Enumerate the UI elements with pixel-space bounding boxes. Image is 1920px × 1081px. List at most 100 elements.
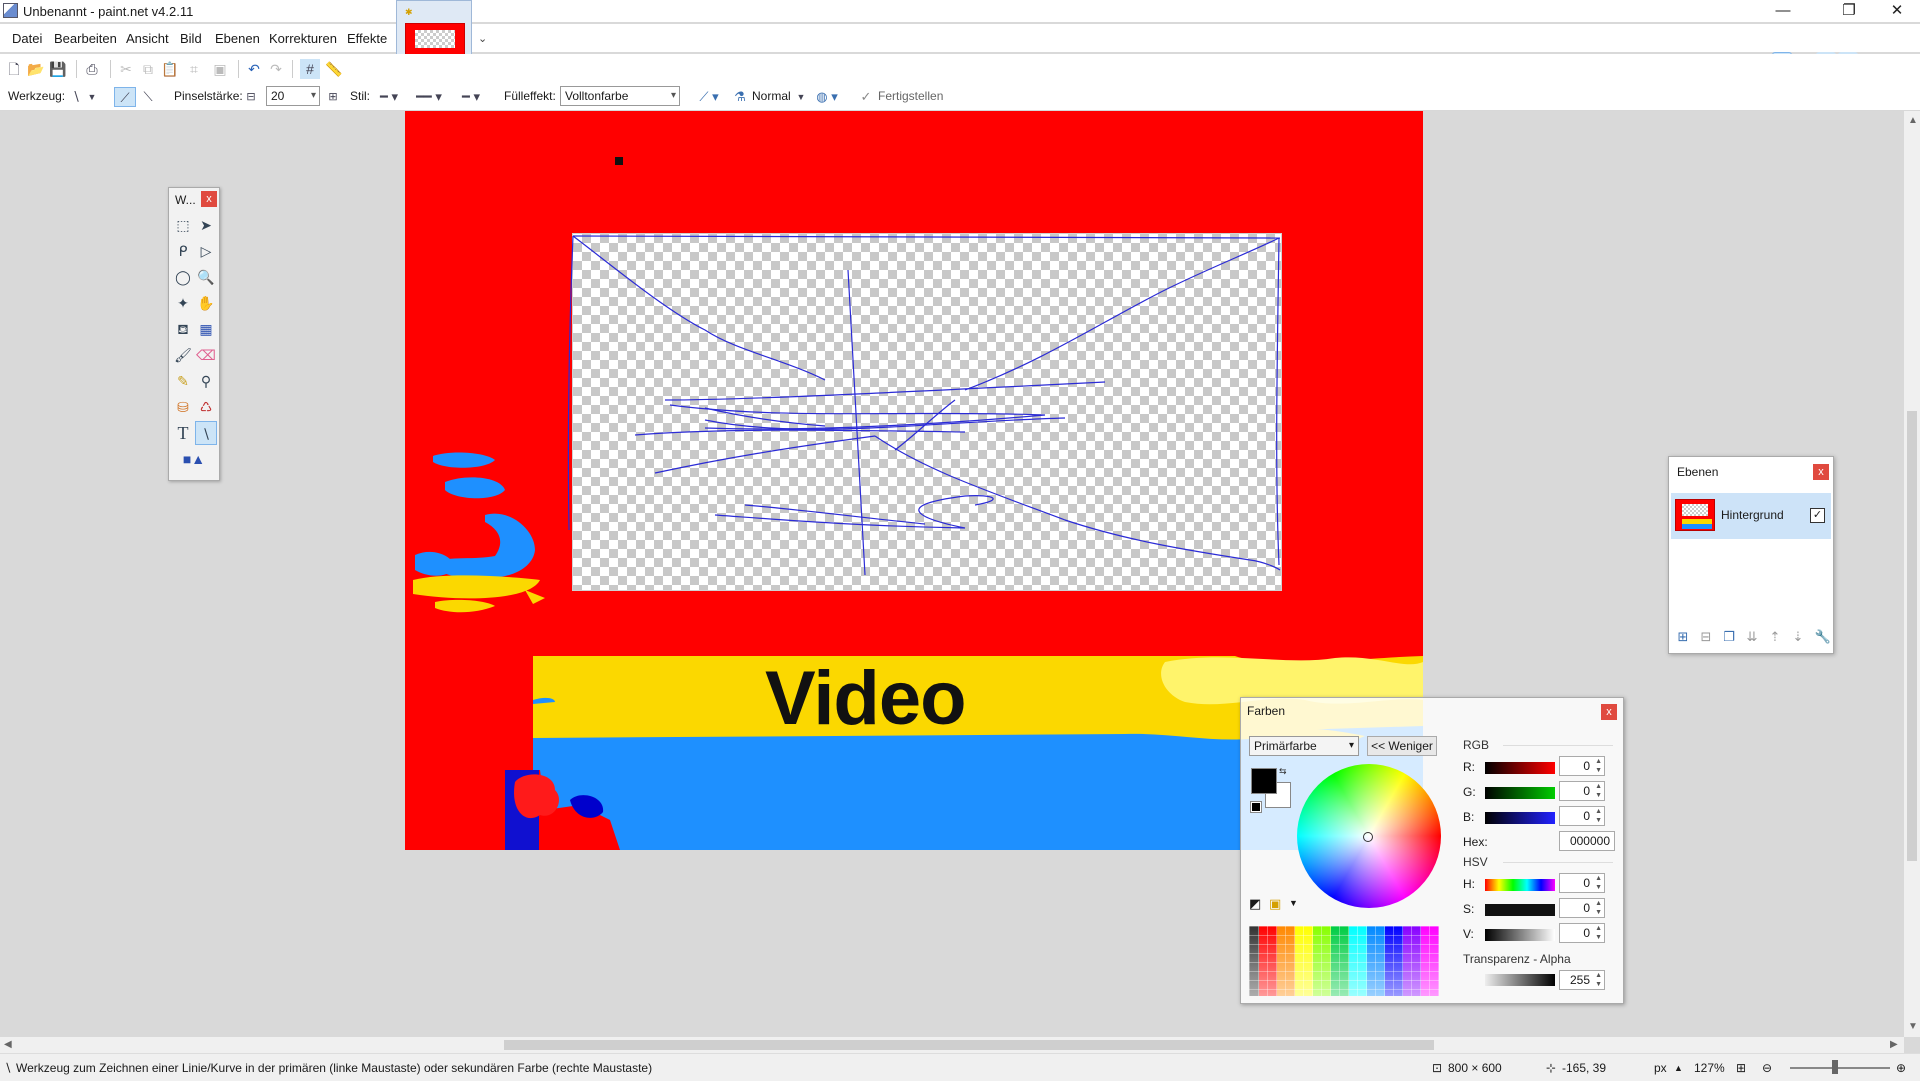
- b-slider[interactable]: [1485, 812, 1555, 824]
- menu-effekte[interactable]: Effekte: [347, 31, 387, 46]
- restore-button[interactable]: ❐: [1826, 0, 1872, 22]
- g-slider[interactable]: [1485, 787, 1555, 799]
- text-tool-icon[interactable]: T: [172, 421, 194, 445]
- antialiasing-off-icon[interactable]: ⟍: [138, 87, 158, 107]
- redo-icon[interactable]: ↷: [266, 59, 286, 79]
- magic-wand-tool-icon[interactable]: ✦: [172, 291, 194, 315]
- copy-icon[interactable]: ⧉: [138, 59, 158, 79]
- brush-width-decrease-icon[interactable]: ⊟: [244, 87, 258, 107]
- h-input[interactable]: 0 ▲ ▼: [1559, 873, 1605, 893]
- tool-picker-chevron-icon[interactable]: ▼: [86, 87, 98, 107]
- zoom-level[interactable]: 127%: [1694, 1061, 1725, 1075]
- colors-window-close-button[interactable]: x: [1601, 704, 1617, 720]
- brush-width-increase-icon[interactable]: ⊞: [326, 87, 340, 107]
- scroll-right-arrow-icon[interactable]: ▶: [1890, 1039, 1898, 1050]
- unit-chevron-icon[interactable]: ▲: [1674, 1063, 1683, 1073]
- color-wheel[interactable]: [1297, 764, 1441, 908]
- scroll-left-arrow-icon[interactable]: ◀: [4, 1039, 12, 1050]
- ellipse-select-tool-icon[interactable]: ◯: [172, 265, 194, 289]
- menu-korrekturen[interactable]: Korrekturen: [269, 31, 337, 46]
- duplicate-layer-icon[interactable]: ❐: [1719, 627, 1739, 647]
- antialias-shape-icon[interactable]: ⟋ ▾: [694, 87, 724, 107]
- layer-properties-icon[interactable]: 🔧: [1813, 627, 1833, 647]
- menu-ansicht[interactable]: Ansicht: [126, 31, 169, 46]
- move-selection-tool-icon[interactable]: ➤: [195, 213, 217, 237]
- menu-ebenen[interactable]: Ebenen: [215, 31, 260, 46]
- print-icon[interactable]: ⎙: [82, 59, 102, 79]
- menu-bearbeiten[interactable]: Bearbeiten: [54, 31, 117, 46]
- blend-mode-icon[interactable]: ⚗: [730, 87, 750, 107]
- r-input[interactable]: 0 ▲ ▼: [1559, 756, 1605, 776]
- zoom-slider-thumb[interactable]: [1832, 1060, 1838, 1074]
- add-layer-icon[interactable]: ⊞: [1673, 627, 1693, 647]
- move-layer-down-icon[interactable]: ⇣: [1788, 627, 1808, 647]
- finish-check-icon[interactable]: ✓: [858, 87, 874, 107]
- selection-mode-icon[interactable]: ◍ ▾: [812, 87, 842, 107]
- rulers-toggle-icon[interactable]: 📏: [324, 59, 344, 79]
- scroll-down-arrow-icon[interactable]: ▼: [1908, 1021, 1918, 1032]
- horizontal-scroll-thumb[interactable]: [504, 1040, 1434, 1050]
- new-file-icon[interactable]: 🗋: [4, 59, 24, 79]
- zoom-tool-icon[interactable]: 🔍: [195, 265, 217, 289]
- color-target-dropdown[interactable]: Primärfarbe ▾: [1249, 736, 1359, 756]
- color-wheel-marker[interactable]: [1363, 832, 1373, 842]
- minimize-button[interactable]: —: [1760, 0, 1806, 22]
- h-slider[interactable]: [1485, 879, 1555, 891]
- blend-mode-value[interactable]: Normal: [752, 89, 791, 103]
- line-style-start-icon[interactable]: ━ ▾: [374, 87, 404, 107]
- reset-colors-icon[interactable]: [1250, 801, 1262, 813]
- zoom-in-icon[interactable]: ⊕: [1896, 1061, 1906, 1075]
- fill-dropdown[interactable]: Volltonfarbe ▾: [560, 86, 680, 106]
- palette-menu-icon[interactable]: ▣: [1269, 896, 1281, 912]
- unit-selector[interactable]: px: [1654, 1061, 1667, 1075]
- paste-icon[interactable]: 📋: [160, 59, 180, 79]
- close-button[interactable]: ✕: [1874, 0, 1920, 22]
- pencil-tool-icon[interactable]: ✎: [172, 369, 194, 393]
- pan-hand-tool-icon[interactable]: ✋: [195, 291, 217, 315]
- move-layer-up-icon[interactable]: ⇡: [1765, 627, 1785, 647]
- tools-window-close-button[interactable]: x: [201, 191, 217, 207]
- palette-menu-chevron-icon[interactable]: ▼: [1289, 898, 1298, 908]
- line-style-dash-icon[interactable]: ━━ ▾: [408, 87, 450, 107]
- open-file-icon[interactable]: 📂: [26, 59, 46, 79]
- merge-layer-icon[interactable]: ⇊: [1742, 627, 1762, 647]
- gradient-tool-icon[interactable]: ▦: [195, 317, 217, 341]
- alpha-slider[interactable]: [1485, 974, 1555, 986]
- hex-input[interactable]: 000000: [1559, 831, 1615, 851]
- primary-color-swatch[interactable]: [1251, 768, 1277, 794]
- vertical-scroll-thumb[interactable]: [1907, 411, 1917, 861]
- cut-icon[interactable]: ✂: [116, 59, 136, 79]
- image-list-chevron-down-icon[interactable]: ⌄: [478, 32, 487, 45]
- brush-width-dropdown[interactable]: 20 ▾: [266, 86, 320, 106]
- menu-bild[interactable]: Bild: [180, 31, 202, 46]
- eraser-tool-icon[interactable]: ⌫: [195, 343, 217, 367]
- save-file-icon[interactable]: 💾: [48, 59, 68, 79]
- scroll-up-arrow-icon[interactable]: ▲: [1908, 115, 1918, 126]
- layer-visibility-checkbox[interactable]: ✓: [1810, 508, 1825, 523]
- zoom-to-window-icon[interactable]: ⊞: [1736, 1061, 1746, 1075]
- less-button[interactable]: << Weniger: [1367, 736, 1437, 756]
- line-curve-tool-icon[interactable]: ∖: [66, 87, 86, 107]
- horizontal-scrollbar[interactable]: ◀ ▶: [0, 1037, 1904, 1053]
- finish-button[interactable]: Fertigstellen: [878, 89, 943, 103]
- grid-toggle-icon[interactable]: #: [300, 59, 320, 79]
- layers-window-close-button[interactable]: x: [1813, 464, 1829, 480]
- add-to-palette-icon[interactable]: ◩: [1249, 896, 1261, 912]
- zoom-slider-track[interactable]: [1790, 1067, 1890, 1069]
- move-selection-outline-tool-icon[interactable]: ▷: [195, 239, 217, 263]
- antialiasing-on-icon[interactable]: ⟋: [114, 87, 136, 107]
- vertical-scrollbar[interactable]: ▲ ▼: [1904, 111, 1920, 1037]
- swap-colors-icon[interactable]: ⇆: [1279, 766, 1287, 777]
- line-style-end-icon[interactable]: ━ ▾: [454, 87, 488, 107]
- b-input[interactable]: 0 ▲ ▼: [1559, 806, 1605, 826]
- delete-layer-icon[interactable]: ⊟: [1696, 627, 1716, 647]
- deselect-icon[interactable]: ▣: [210, 59, 230, 79]
- crop-icon[interactable]: ⌗: [184, 59, 204, 79]
- color-picker-tool-icon[interactable]: ⚲: [195, 369, 217, 393]
- s-input[interactable]: 0 ▲ ▼: [1559, 898, 1605, 918]
- clone-stamp-tool-icon[interactable]: ⛁: [172, 395, 194, 419]
- v-slider[interactable]: [1485, 929, 1555, 941]
- rectangle-select-tool-icon[interactable]: ⬚: [172, 213, 194, 237]
- lasso-select-tool-icon[interactable]: ᑭ: [172, 239, 194, 263]
- menu-datei[interactable]: Datei: [12, 31, 42, 46]
